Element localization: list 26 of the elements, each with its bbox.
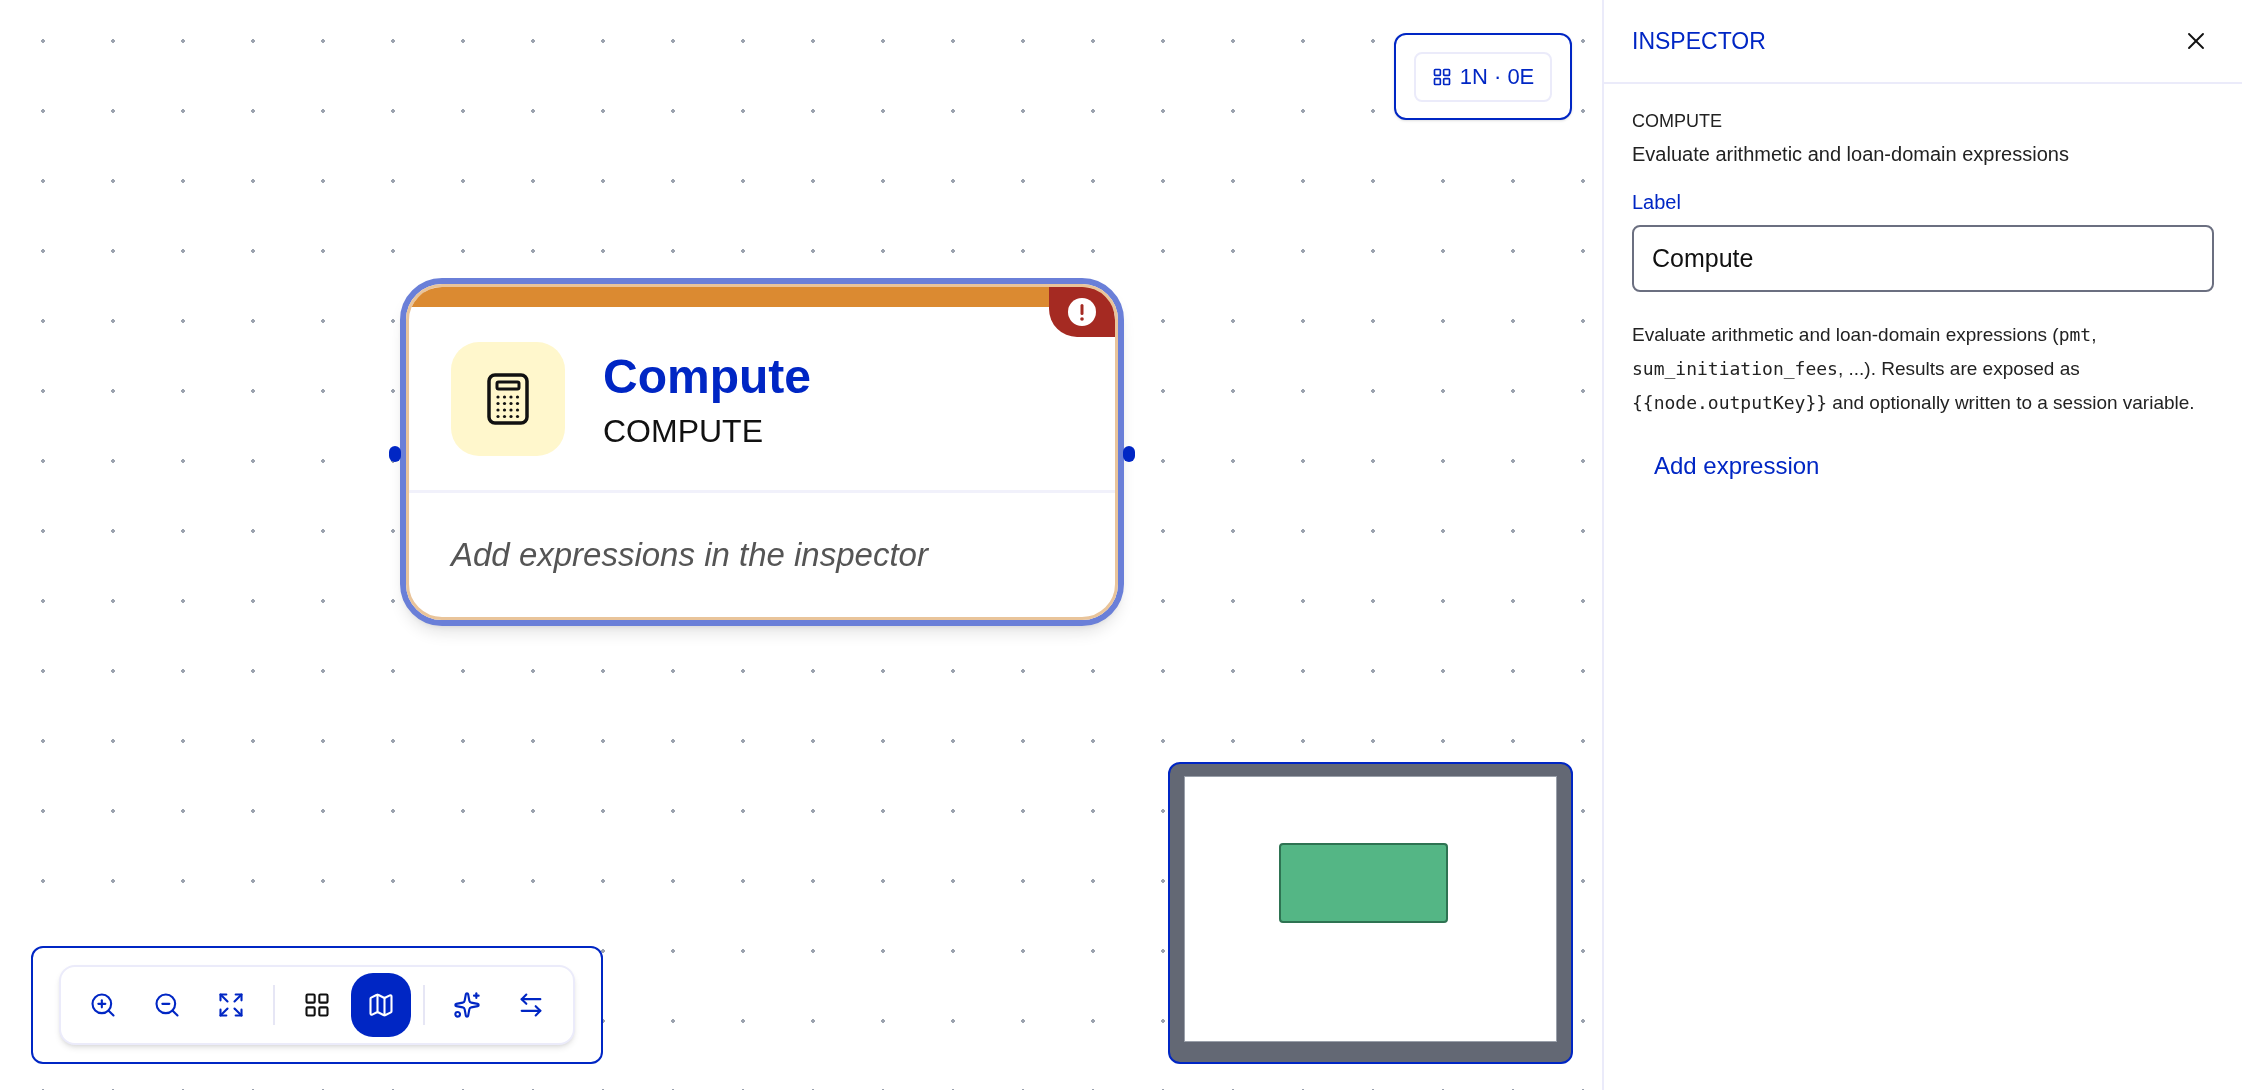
- help-text: Evaluate arithmetic and loan-domain expressions (pmt, sum_initiation_fees, ...). Results are exposed as {{node.outputKey}} and optionally written to a session variable.: [1632, 323, 2196, 415]
- expand-arrows-icon: [217, 991, 245, 1019]
- toolbar-button[interactable]: [351, 973, 411, 1037]
- node-summary: Evaluate arithmetic and loan-domain expressions: [1632, 142, 2070, 167]
- zoom-in-icon: [89, 991, 117, 1019]
- sparkles-icon: [453, 991, 481, 1019]
- compute-node[interactable]: Compute COMPUTE Add expressions in the inspector: [400, 278, 1124, 626]
- input-handle[interactable]: [389, 446, 401, 462]
- alert-icon: [1067, 297, 1097, 327]
- minimap[interactable]: [1168, 762, 1573, 1064]
- output-handle[interactable]: [1123, 446, 1135, 462]
- node-hint: Add expressions in the inspector: [451, 535, 928, 576]
- node-title: Compute: [603, 348, 811, 405]
- map-icon: [367, 991, 395, 1019]
- grid-icon: [1431, 66, 1452, 87]
- grid-icon: [303, 991, 331, 1019]
- calculator-icon: [451, 341, 565, 456]
- node-type: COMPUTE: [603, 411, 764, 451]
- inspector-title: INSPECTOR: [1632, 26, 1766, 56]
- error-badge[interactable]: [1049, 287, 1115, 337]
- field-label: Label: [1632, 190, 1682, 215]
- zoom-out-icon: [153, 991, 181, 1019]
- label-input[interactable]: Compute: [1632, 225, 2214, 292]
- node-type-label: COMPUTE: [1632, 110, 1723, 133]
- stats-count: 1N · 0E: [1459, 63, 1535, 91]
- add-expression-link[interactable]: Add expression: [1654, 448, 1820, 484]
